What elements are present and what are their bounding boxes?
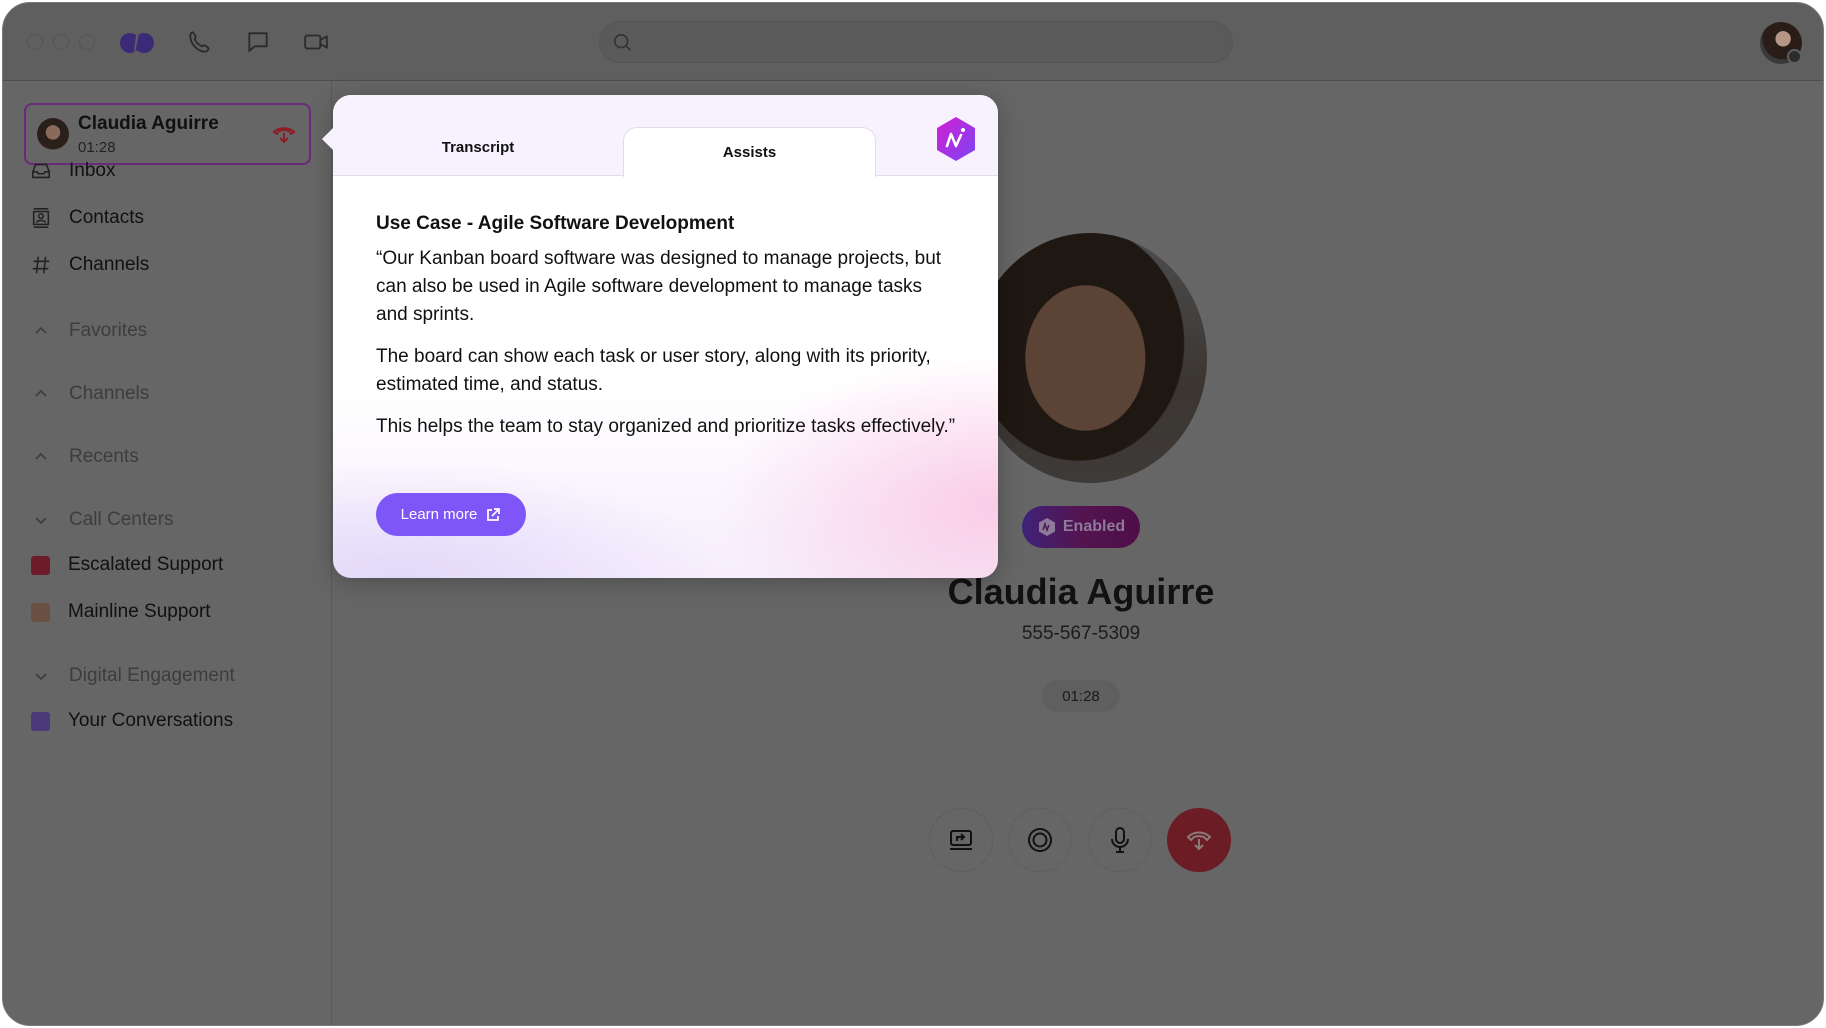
assist-paragraph: This helps the team to stay organized an…: [376, 416, 956, 437]
assist-heading: Use Case - Agile Software Development: [376, 213, 735, 234]
section-channels[interactable]: Channels: [29, 379, 149, 409]
sidebar-item-mainline-support[interactable]: Mainline Support: [29, 597, 211, 627]
badge-label: Enabled: [1062, 518, 1126, 535]
video-icon[interactable]: [303, 29, 329, 55]
window-close-button[interactable]: [27, 34, 43, 50]
ai-logo-icon: [1038, 518, 1055, 536]
sidebar-item-inbox[interactable]: Inbox: [29, 156, 115, 186]
hang-up-icon[interactable]: [270, 121, 298, 149]
sidebar-item-label: Channels: [69, 254, 150, 275]
record-icon: [1028, 828, 1052, 852]
call-timer: 01:28: [1042, 680, 1120, 712]
assist-paragraph: “Our Kanban board software was designed …: [376, 248, 942, 325]
section-favorites[interactable]: Favorites: [29, 316, 147, 346]
share-screen-button[interactable]: [929, 808, 993, 872]
mute-button[interactable]: [1088, 808, 1152, 872]
hash-icon: [29, 253, 53, 277]
section-label: Recents: [69, 446, 139, 467]
app-logo-icon[interactable]: [117, 29, 157, 57]
section-call-centers[interactable]: Call Centers: [29, 505, 174, 535]
section-label: Call Centers: [69, 509, 174, 530]
tab-transcript[interactable]: Transcript: [353, 127, 603, 167]
chevron-up-icon: [29, 445, 53, 469]
contact-phone: 555-567-5309: [1021, 623, 1141, 644]
color-swatch: [31, 555, 50, 575]
microphone-icon: [1111, 827, 1129, 853]
hang-up-icon: [1186, 831, 1212, 851]
share-screen-icon: [950, 830, 972, 850]
sidebar-item-label: Your Conversations: [68, 710, 234, 731]
color-swatch: [31, 602, 50, 622]
chevron-down-icon: [29, 664, 53, 688]
end-call-button[interactable]: [1167, 808, 1231, 872]
inbox-icon: [29, 159, 53, 183]
search-icon: [613, 33, 631, 51]
sidebar-item-contacts[interactable]: Contacts: [29, 203, 144, 233]
sidebar-item-label: Contacts: [69, 207, 144, 228]
popup-pointer: [322, 128, 333, 150]
contact-photo: [973, 233, 1207, 483]
record-button[interactable]: [1008, 808, 1072, 872]
top-bar: [3, 3, 1823, 81]
active-call-duration: 01:28: [78, 139, 116, 156]
popup-tabs: Transcript Assists: [333, 95, 998, 177]
user-status-indicator: [1787, 49, 1802, 64]
section-recents[interactable]: Recents: [29, 442, 139, 472]
caller-avatar: [37, 118, 69, 150]
app-window: Claudia Aguirre 01:28 Inbox Contacts Cha…: [2, 2, 1824, 1026]
chevron-up-icon: [29, 319, 53, 343]
phone-icon[interactable]: [187, 29, 213, 55]
section-label: Favorites: [69, 320, 148, 341]
color-swatch: [31, 711, 50, 731]
window-minimize-button[interactable]: [53, 34, 69, 50]
search-input[interactable]: [599, 21, 1233, 63]
assist-paragraph: The board can show each task or user sto…: [376, 346, 931, 395]
learn-more-button[interactable]: Learn more: [376, 493, 526, 536]
chevron-down-icon: [29, 508, 53, 532]
ai-assist-popup: Transcript Assists Use Case - Agile Soft…: [322, 95, 998, 578]
sidebar-item-your-conversations[interactable]: Your Conversations: [29, 706, 233, 736]
ai-logo-icon: [937, 117, 975, 161]
sidebar-item-label: Escalated Support: [68, 554, 224, 575]
contacts-icon: [29, 206, 53, 230]
sidebar-item-escalated-support[interactable]: Escalated Support: [29, 550, 223, 580]
sidebar: Claudia Aguirre 01:28 Inbox Contacts Cha…: [3, 81, 332, 1025]
chevron-up-icon: [29, 382, 53, 406]
section-label: Channels: [69, 383, 150, 404]
external-link-icon: [487, 507, 501, 521]
ai-enabled-badge[interactable]: Enabled: [1022, 506, 1140, 548]
chat-icon[interactable]: [245, 29, 271, 55]
sidebar-item-label: Mainline Support: [68, 601, 211, 622]
tab-assists[interactable]: Assists: [623, 127, 876, 177]
learn-more-label: Learn more: [400, 506, 478, 523]
window-maximize-button[interactable]: [79, 34, 95, 50]
sidebar-item-channels[interactable]: Channels: [29, 250, 149, 280]
assist-content: Use Case - Agile Software Development “O…: [376, 213, 956, 455]
section-label: Digital Engagement: [69, 665, 235, 686]
sidebar-item-label: Inbox: [69, 160, 116, 181]
active-call-name: Claudia Aguirre: [78, 113, 219, 134]
section-digital-engagement[interactable]: Digital Engagement: [29, 661, 235, 691]
